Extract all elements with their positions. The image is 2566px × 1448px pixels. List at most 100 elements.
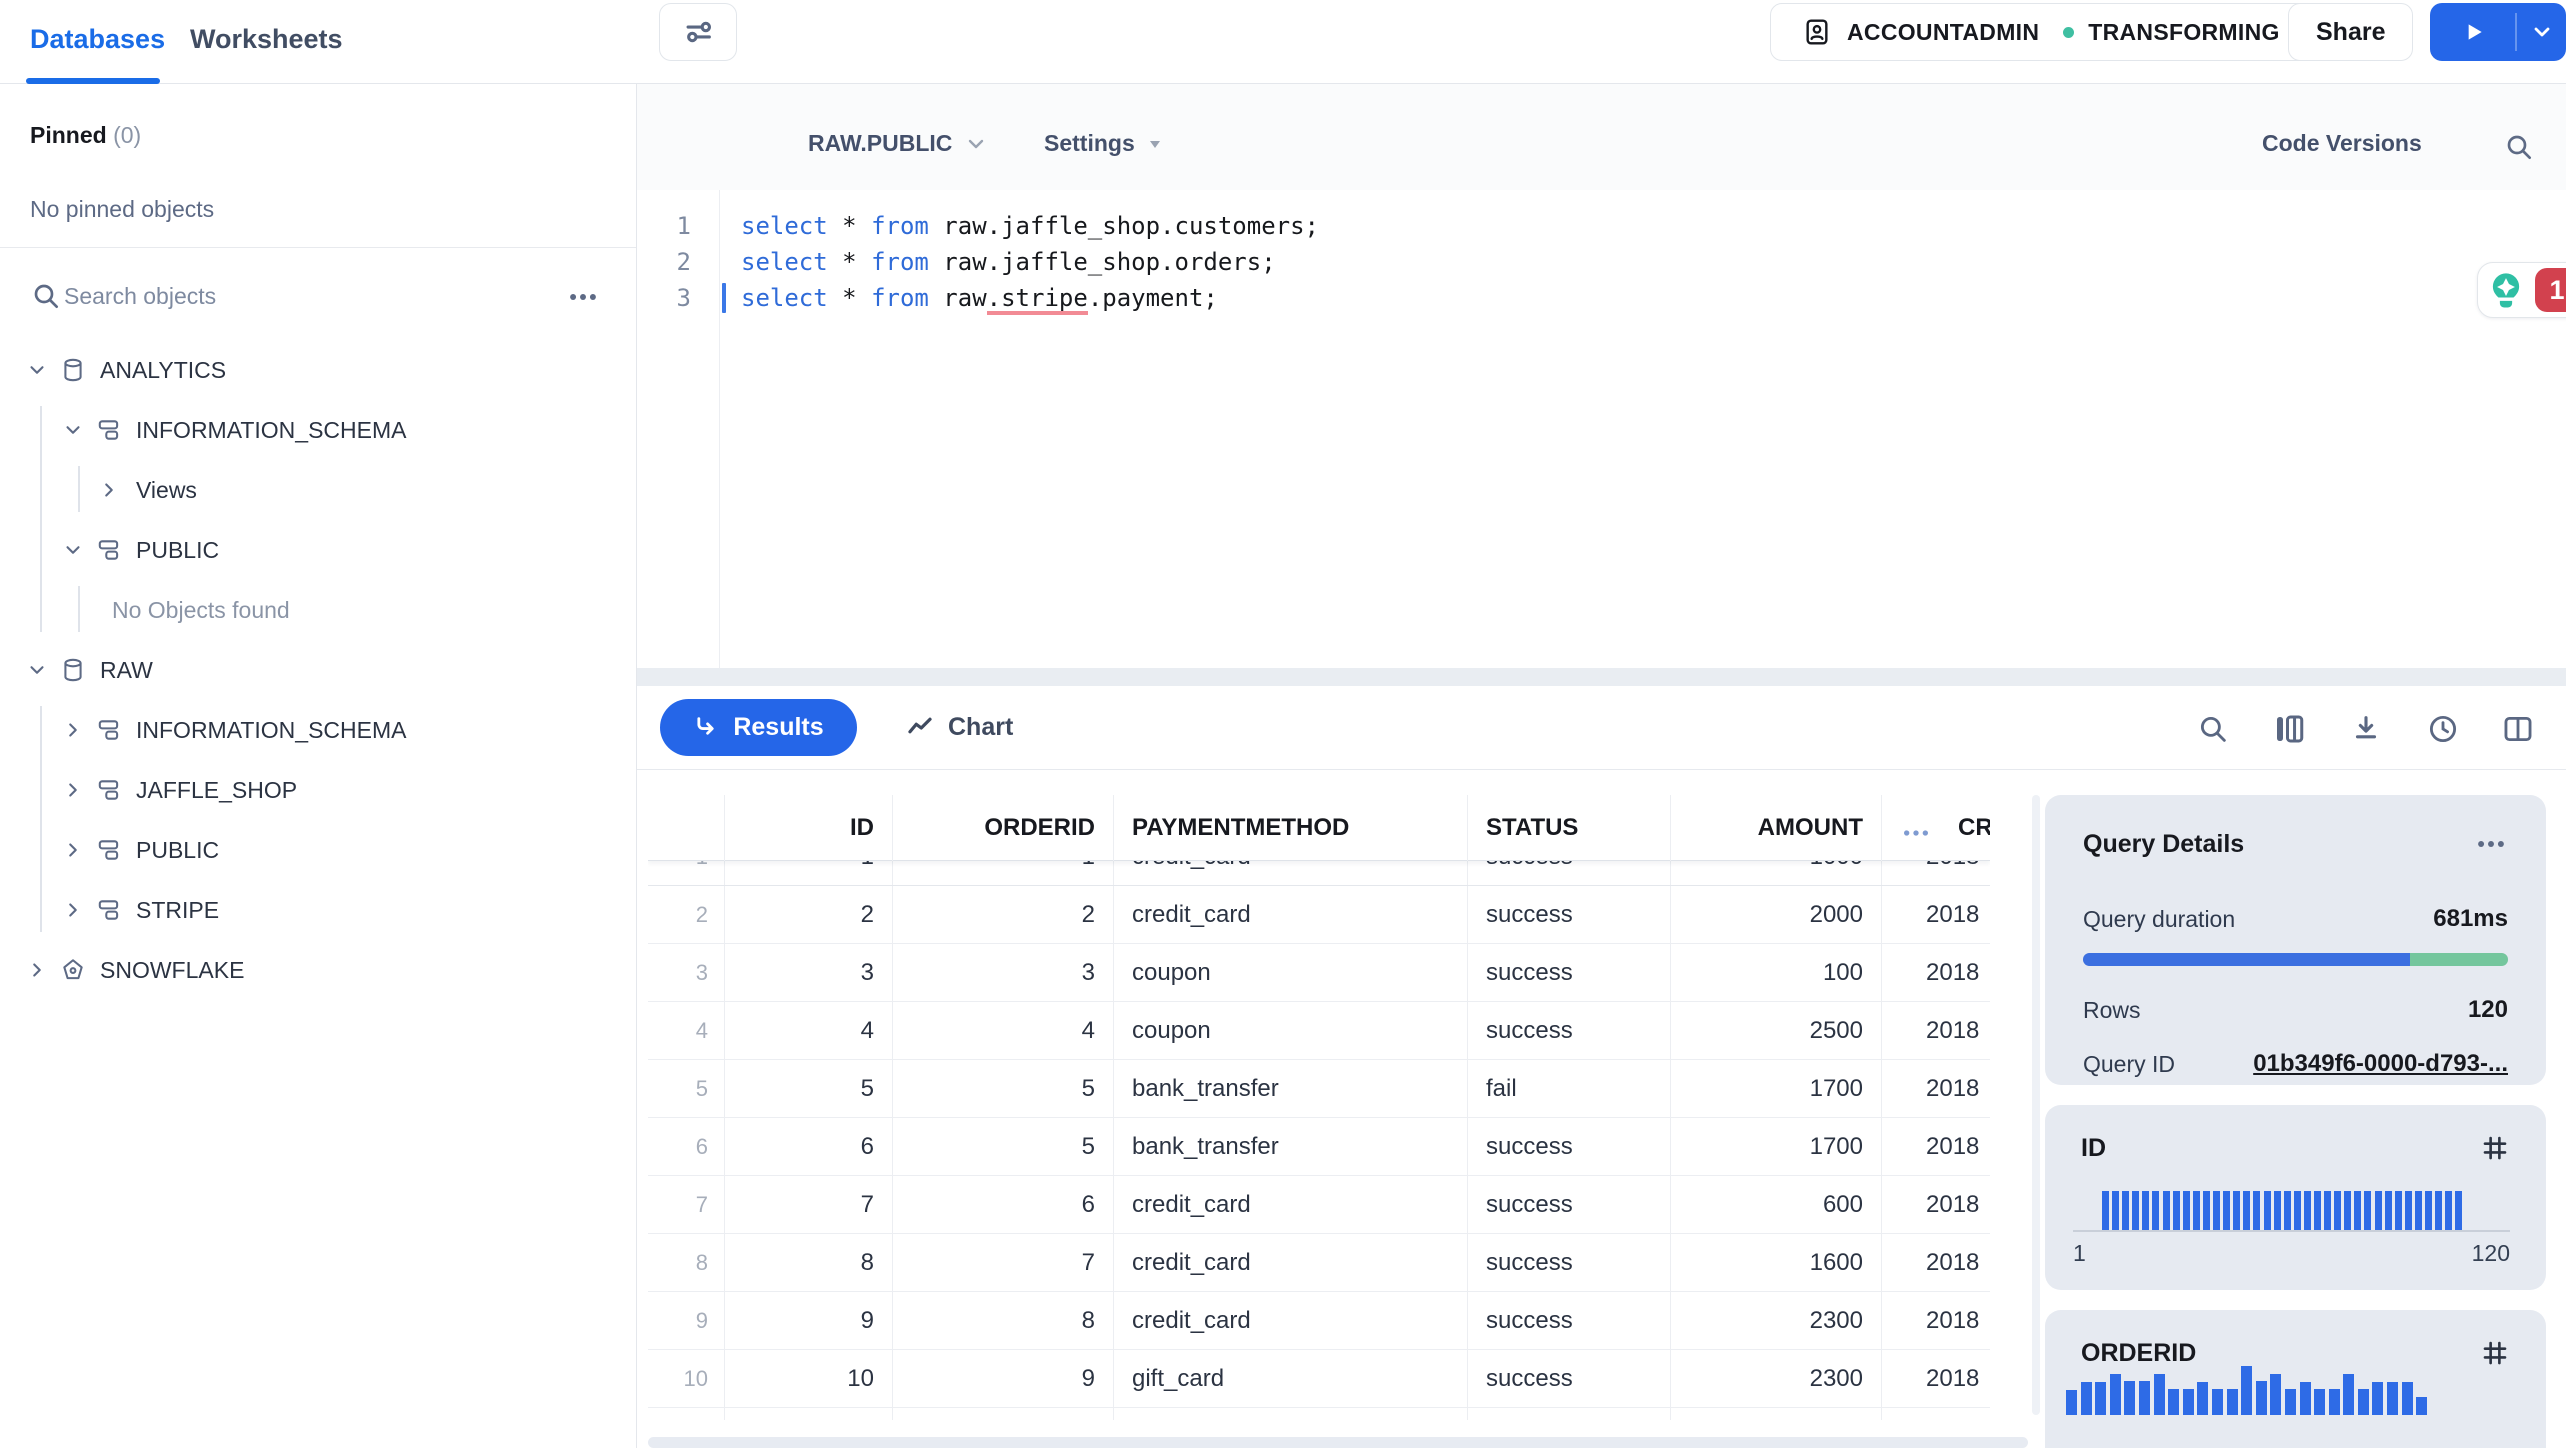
id-histogram-baseline [2073, 1230, 2510, 1232]
table-row[interactable]: 3 3 3 coupon success 100 2018 [648, 944, 1990, 1002]
tree-expander[interactable] [96, 479, 122, 501]
tree-item-information-schema[interactable]: INFORMATION_SCHEMA [0, 400, 636, 460]
results-arrow-icon [697, 716, 714, 735]
share-button[interactable]: Share [2288, 3, 2414, 61]
tree-expander[interactable] [60, 719, 86, 741]
chevron-down-icon[interactable] [62, 419, 84, 441]
database-context-dropdown[interactable]: RAW.PUBLIC [808, 130, 988, 157]
tree-expander[interactable] [24, 359, 50, 381]
column-header-CREATED[interactable]: CREATED [1882, 795, 1990, 861]
tree-item-jaffle-shop[interactable]: JAFFLE_SHOP [0, 760, 636, 820]
table-row[interactable]: 2 2 2 credit_card success 2000 2018 [648, 886, 1990, 944]
histogram-bar [2273, 1191, 2281, 1231]
settings-dropdown[interactable]: Settings [1044, 130, 1163, 157]
results-search-button[interactable] [2190, 706, 2236, 752]
table-cell: 8 [725, 1234, 893, 1292]
results-body: IDORDERIDPAYMENTMETHODSTATUSAMOUNTCREATE… [637, 770, 2566, 1448]
tree-item-public[interactable]: PUBLIC [0, 520, 636, 580]
chevron-down-icon[interactable] [26, 359, 48, 381]
table-row[interactable]: 9 9 8 credit_card success 2300 2018 [648, 1292, 1990, 1350]
object-explorer-sidebar: Pinned (0) No pinned objects ANALYTICS I… [0, 84, 637, 1448]
tree-item-public[interactable]: PUBLIC [0, 820, 636, 880]
query-details-more-icon[interactable] [2474, 827, 2508, 861]
schema-icon-wrap [96, 837, 122, 863]
code-line-1[interactable]: 1 select * from raw.jaffle_shop.customers… [637, 208, 2566, 244]
results-history-button[interactable] [2420, 706, 2466, 752]
histogram-bar [2138, 1381, 2150, 1415]
table-row[interactable]: 7 7 6 credit_card success 600 2018 [648, 1176, 1990, 1234]
table-row[interactable]: 4 4 4 coupon success 2500 2018 [648, 1002, 1990, 1060]
column-stats-card-id[interactable]: ID 1 120 [2045, 1105, 2546, 1290]
table-cell: 2018 [1882, 1292, 1990, 1350]
error-count-badge[interactable]: 1 [2535, 268, 2566, 312]
column-header-STATUS[interactable]: STATUS [1468, 795, 1671, 861]
sql-editor[interactable]: 1 select * from raw.jaffle_shop.customers… [637, 190, 2566, 668]
chevron-right-icon[interactable] [62, 839, 84, 861]
chevron-right-icon[interactable] [98, 479, 120, 501]
chevron-right-icon[interactable] [62, 719, 84, 741]
tab-results[interactable]: Results [660, 699, 857, 756]
column-header-ORDERID[interactable]: ORDERID [893, 795, 1114, 861]
worksheet-filters-button[interactable] [659, 3, 737, 61]
sidebar-tab-worksheets[interactable]: Worksheets [190, 24, 343, 55]
code-versions-button[interactable]: Code Versions [2262, 130, 2422, 157]
search-objects-input[interactable] [64, 276, 484, 316]
editor-results-divider[interactable] [637, 668, 2566, 686]
run-split-button [2430, 3, 2566, 61]
column-header-ID[interactable]: ID [725, 795, 893, 861]
tree-guide [78, 586, 80, 632]
chevron-right-icon[interactable] [26, 959, 48, 981]
table-horizontal-scrollbar[interactable] [648, 1437, 2028, 1448]
table-row[interactable]: 10 10 9 gift_card success 2300 2018 [648, 1350, 1990, 1408]
query-id-link[interactable]: 01b349f6-0000-d793-... [2253, 1050, 2508, 1078]
tree-item-views[interactable]: Views [0, 460, 636, 520]
tree-item-snowflake[interactable]: SNOWFLAKE [0, 940, 636, 1000]
chevron-right-icon[interactable] [62, 899, 84, 921]
tree-item-raw[interactable]: RAW [0, 640, 636, 700]
results-columns-button[interactable] [2266, 706, 2312, 752]
database-icon [64, 658, 82, 682]
table-row[interactable]: 8 8 7 credit_card success 1600 2018 [648, 1234, 1990, 1292]
tree-expander[interactable] [24, 659, 50, 681]
code-line-2[interactable]: 2 select * from raw.jaffle_shop.orders; [637, 244, 2566, 280]
tree-expander[interactable] [60, 899, 86, 921]
tree-expander[interactable] [60, 839, 86, 861]
tree-item-information-schema[interactable]: INFORMATION_SCHEMA [0, 700, 636, 760]
sidebar-more-icon[interactable] [566, 280, 600, 314]
table-cell: success [1468, 944, 1671, 1002]
tree-item-analytics[interactable]: ANALYTICS [0, 340, 636, 400]
download-icon [2355, 716, 2377, 739]
copilot-lightbulb-icon[interactable] [2485, 269, 2527, 311]
chevron-right-icon[interactable] [62, 779, 84, 801]
table-row-partial[interactable]: 111credit_cardsuccess10002018 [648, 861, 1990, 886]
tree-expander[interactable] [60, 539, 86, 561]
table-row-partial[interactable] [648, 1408, 1990, 1420]
chevron-down-icon[interactable] [26, 659, 48, 681]
tree-expander[interactable] [60, 419, 86, 441]
tree-item-no-objects-found[interactable]: No Objects found [0, 580, 636, 640]
column-header-AMOUNT[interactable]: AMOUNT [1671, 795, 1882, 861]
code-line-3[interactable]: 3 select * from raw.stripe.payment; [637, 280, 2566, 316]
tree-expander[interactable] [24, 959, 50, 981]
query-duration-bar[interactable] [2083, 953, 2508, 966]
sidebar-tab-databases[interactable]: Databases [30, 24, 165, 55]
session-context-button[interactable]: ACCOUNTADMIN TRANSFORMING [1770, 3, 2311, 61]
results-panel-layout-button[interactable] [2495, 706, 2541, 752]
tree-expander[interactable] [60, 779, 86, 801]
tree-item-stripe[interactable]: STRIPE [0, 880, 636, 940]
column-menu-icon[interactable] [1900, 817, 1932, 854]
tab-chart[interactable]: Chart [905, 699, 1013, 756]
column-header-rownum[interactable] [648, 795, 725, 861]
column-stats-card-orderid[interactable]: ORDERID [2045, 1310, 2546, 1448]
editor-search-icon[interactable] [2503, 131, 2535, 163]
chevron-down-icon[interactable] [62, 539, 84, 561]
run-button[interactable] [2430, 3, 2515, 61]
table-vertical-scrollbar[interactable] [2032, 795, 2040, 1415]
results-download-button[interactable] [2343, 706, 2389, 752]
table-row[interactable]: 5 5 5 bank_transfer fail 1700 2018 [648, 1060, 1990, 1118]
table-cell: success [1468, 861, 1671, 885]
column-header-PAYMENTMETHOD[interactable]: PAYMENTMETHOD [1114, 795, 1468, 861]
table-row[interactable]: 6 6 5 bank_transfer success 1700 2018 [648, 1118, 1990, 1176]
row-number-cell: 7 [648, 1176, 725, 1234]
run-options-button[interactable] [2517, 3, 2566, 61]
